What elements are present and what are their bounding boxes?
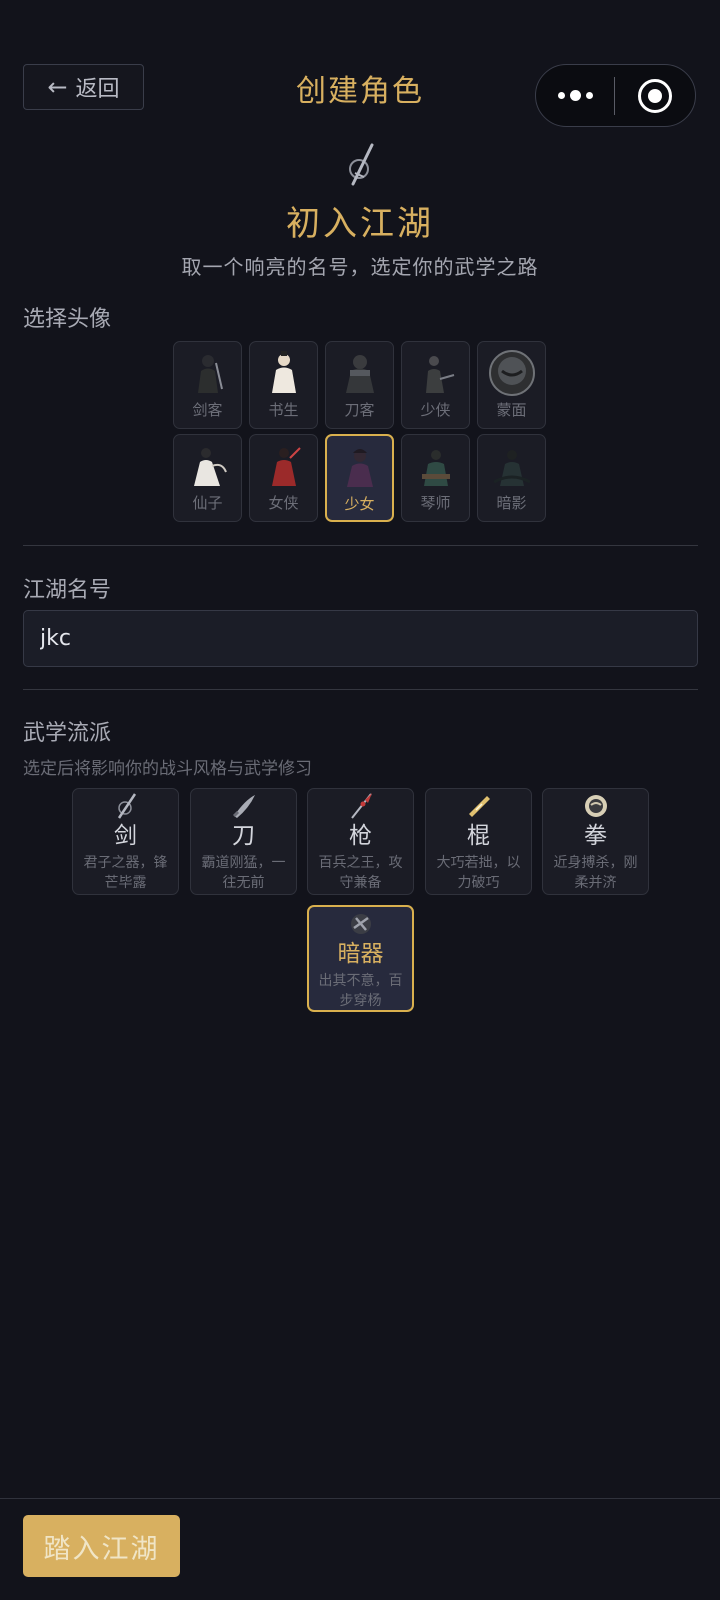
avatar-option-label: 刀客 — [344, 401, 375, 419]
musician-avatar-icon — [412, 442, 460, 490]
blade-fighter-avatar-icon — [336, 349, 384, 397]
avatar-option[interactable]: 书生 — [249, 341, 318, 429]
hero-title: 初入江湖 — [286, 204, 434, 244]
school-description: 近身搏杀，刚柔并济 — [553, 855, 638, 891]
blade-icon — [231, 792, 257, 820]
sword-icon — [113, 792, 139, 820]
create-character-page: ← 返回 创建角色 初入江湖 取一个响亮的名号，选定你的武学之路 选择头像 剑客… — [0, 0, 720, 1600]
school-blade-card[interactable]: 刀霸道刚猛，一往无前 — [190, 788, 297, 895]
school-name: 枪 — [349, 823, 372, 849]
avatar-option[interactable]: 少侠 — [401, 341, 470, 429]
more-menu-icon[interactable] — [536, 90, 614, 101]
nickname-input[interactable] — [23, 610, 698, 667]
divider — [23, 689, 698, 690]
school-spear-card[interactable]: 枪百兵之王，攻守兼备 — [307, 788, 414, 895]
avatar-grid: 剑客 书生 刀客 少侠 蒙面仙子 女侠 少女 琴师 暗影 — [173, 341, 549, 522]
school-name: 刀 — [232, 823, 255, 849]
school-staff-card[interactable]: 棍大巧若拙，以力破巧 — [425, 788, 532, 895]
avatar-option[interactable]: 琴师 — [401, 434, 470, 522]
avatar-option[interactable]: 女侠 — [249, 434, 318, 522]
hidden-weapon-icon — [348, 910, 374, 938]
school-description: 百兵之王，攻守兼备 — [318, 855, 403, 891]
spear-icon — [348, 792, 374, 820]
masked-avatar-icon — [488, 349, 536, 397]
divider — [23, 545, 698, 546]
girl-avatar-icon — [336, 443, 384, 491]
avatar-option-label: 书生 — [268, 401, 299, 419]
scholar-avatar-icon — [260, 349, 308, 397]
avatar-section-label: 选择头像 — [23, 307, 112, 332]
hero-subtitle: 取一个响亮的名号，选定你的武学之路 — [181, 255, 539, 279]
school-hint: 选定后将影响你的战斗风格与武学修习 — [23, 759, 312, 779]
avatar-option-label: 蒙面 — [496, 401, 527, 419]
avatar-option[interactable]: 刀客 — [325, 341, 394, 429]
school-description: 出其不意，百步穿杨 — [318, 973, 403, 1009]
avatar-option-label: 少女 — [344, 495, 375, 513]
footer-divider — [0, 1498, 720, 1499]
avatar-option-label: 暗影 — [496, 494, 527, 512]
close-miniprogram-icon[interactable] — [615, 78, 695, 113]
school-sword-card[interactable]: 剑君子之器，锋芒毕露 — [72, 788, 179, 895]
school-description: 霸道刚猛，一往无前 — [201, 855, 286, 891]
swordsman-avatar-icon — [184, 349, 232, 397]
avatar-option[interactable]: 蒙面 — [477, 341, 546, 429]
school-description: 大巧若拙，以力破巧 — [436, 855, 521, 891]
school-description: 君子之器，锋芒毕露 — [83, 855, 168, 891]
name-section-label: 江湖名号 — [23, 578, 112, 603]
school-name: 剑 — [114, 823, 137, 849]
avatar-option-label: 琴师 — [420, 494, 451, 512]
school-name: 棍 — [467, 823, 490, 849]
avatar-option[interactable]: 仙子 — [173, 434, 242, 522]
avatar-option-label: 少侠 — [420, 401, 451, 419]
avatar-option[interactable]: 暗影 — [477, 434, 546, 522]
avatar-option-label: 女侠 — [268, 494, 299, 512]
heroine-avatar-icon — [260, 442, 308, 490]
enter-jianghu-button[interactable]: 踏入江湖 — [23, 1515, 180, 1577]
school-name: 暗器 — [337, 941, 384, 967]
sword-emblem-icon — [349, 143, 374, 186]
avatar-option[interactable]: 剑客 — [173, 341, 242, 429]
shadow-avatar-icon — [488, 442, 536, 490]
fairy-avatar-icon — [184, 442, 232, 490]
avatar-option[interactable]: 少女 — [325, 434, 394, 522]
school-fist-card[interactable]: 拳近身搏杀，刚柔并济 — [542, 788, 649, 895]
staff-icon — [466, 792, 492, 820]
avatar-option-label: 剑客 — [192, 401, 223, 419]
mini-program-capsule — [535, 64, 696, 127]
young-hero-avatar-icon — [412, 349, 460, 397]
avatar-option-label: 仙子 — [192, 494, 223, 512]
fist-icon — [583, 792, 609, 820]
school-section-label: 武学流派 — [23, 721, 112, 746]
school-hidden-weapon-card[interactable]: 暗器出其不意，百步穿杨 — [307, 905, 414, 1012]
school-name: 拳 — [584, 823, 607, 849]
